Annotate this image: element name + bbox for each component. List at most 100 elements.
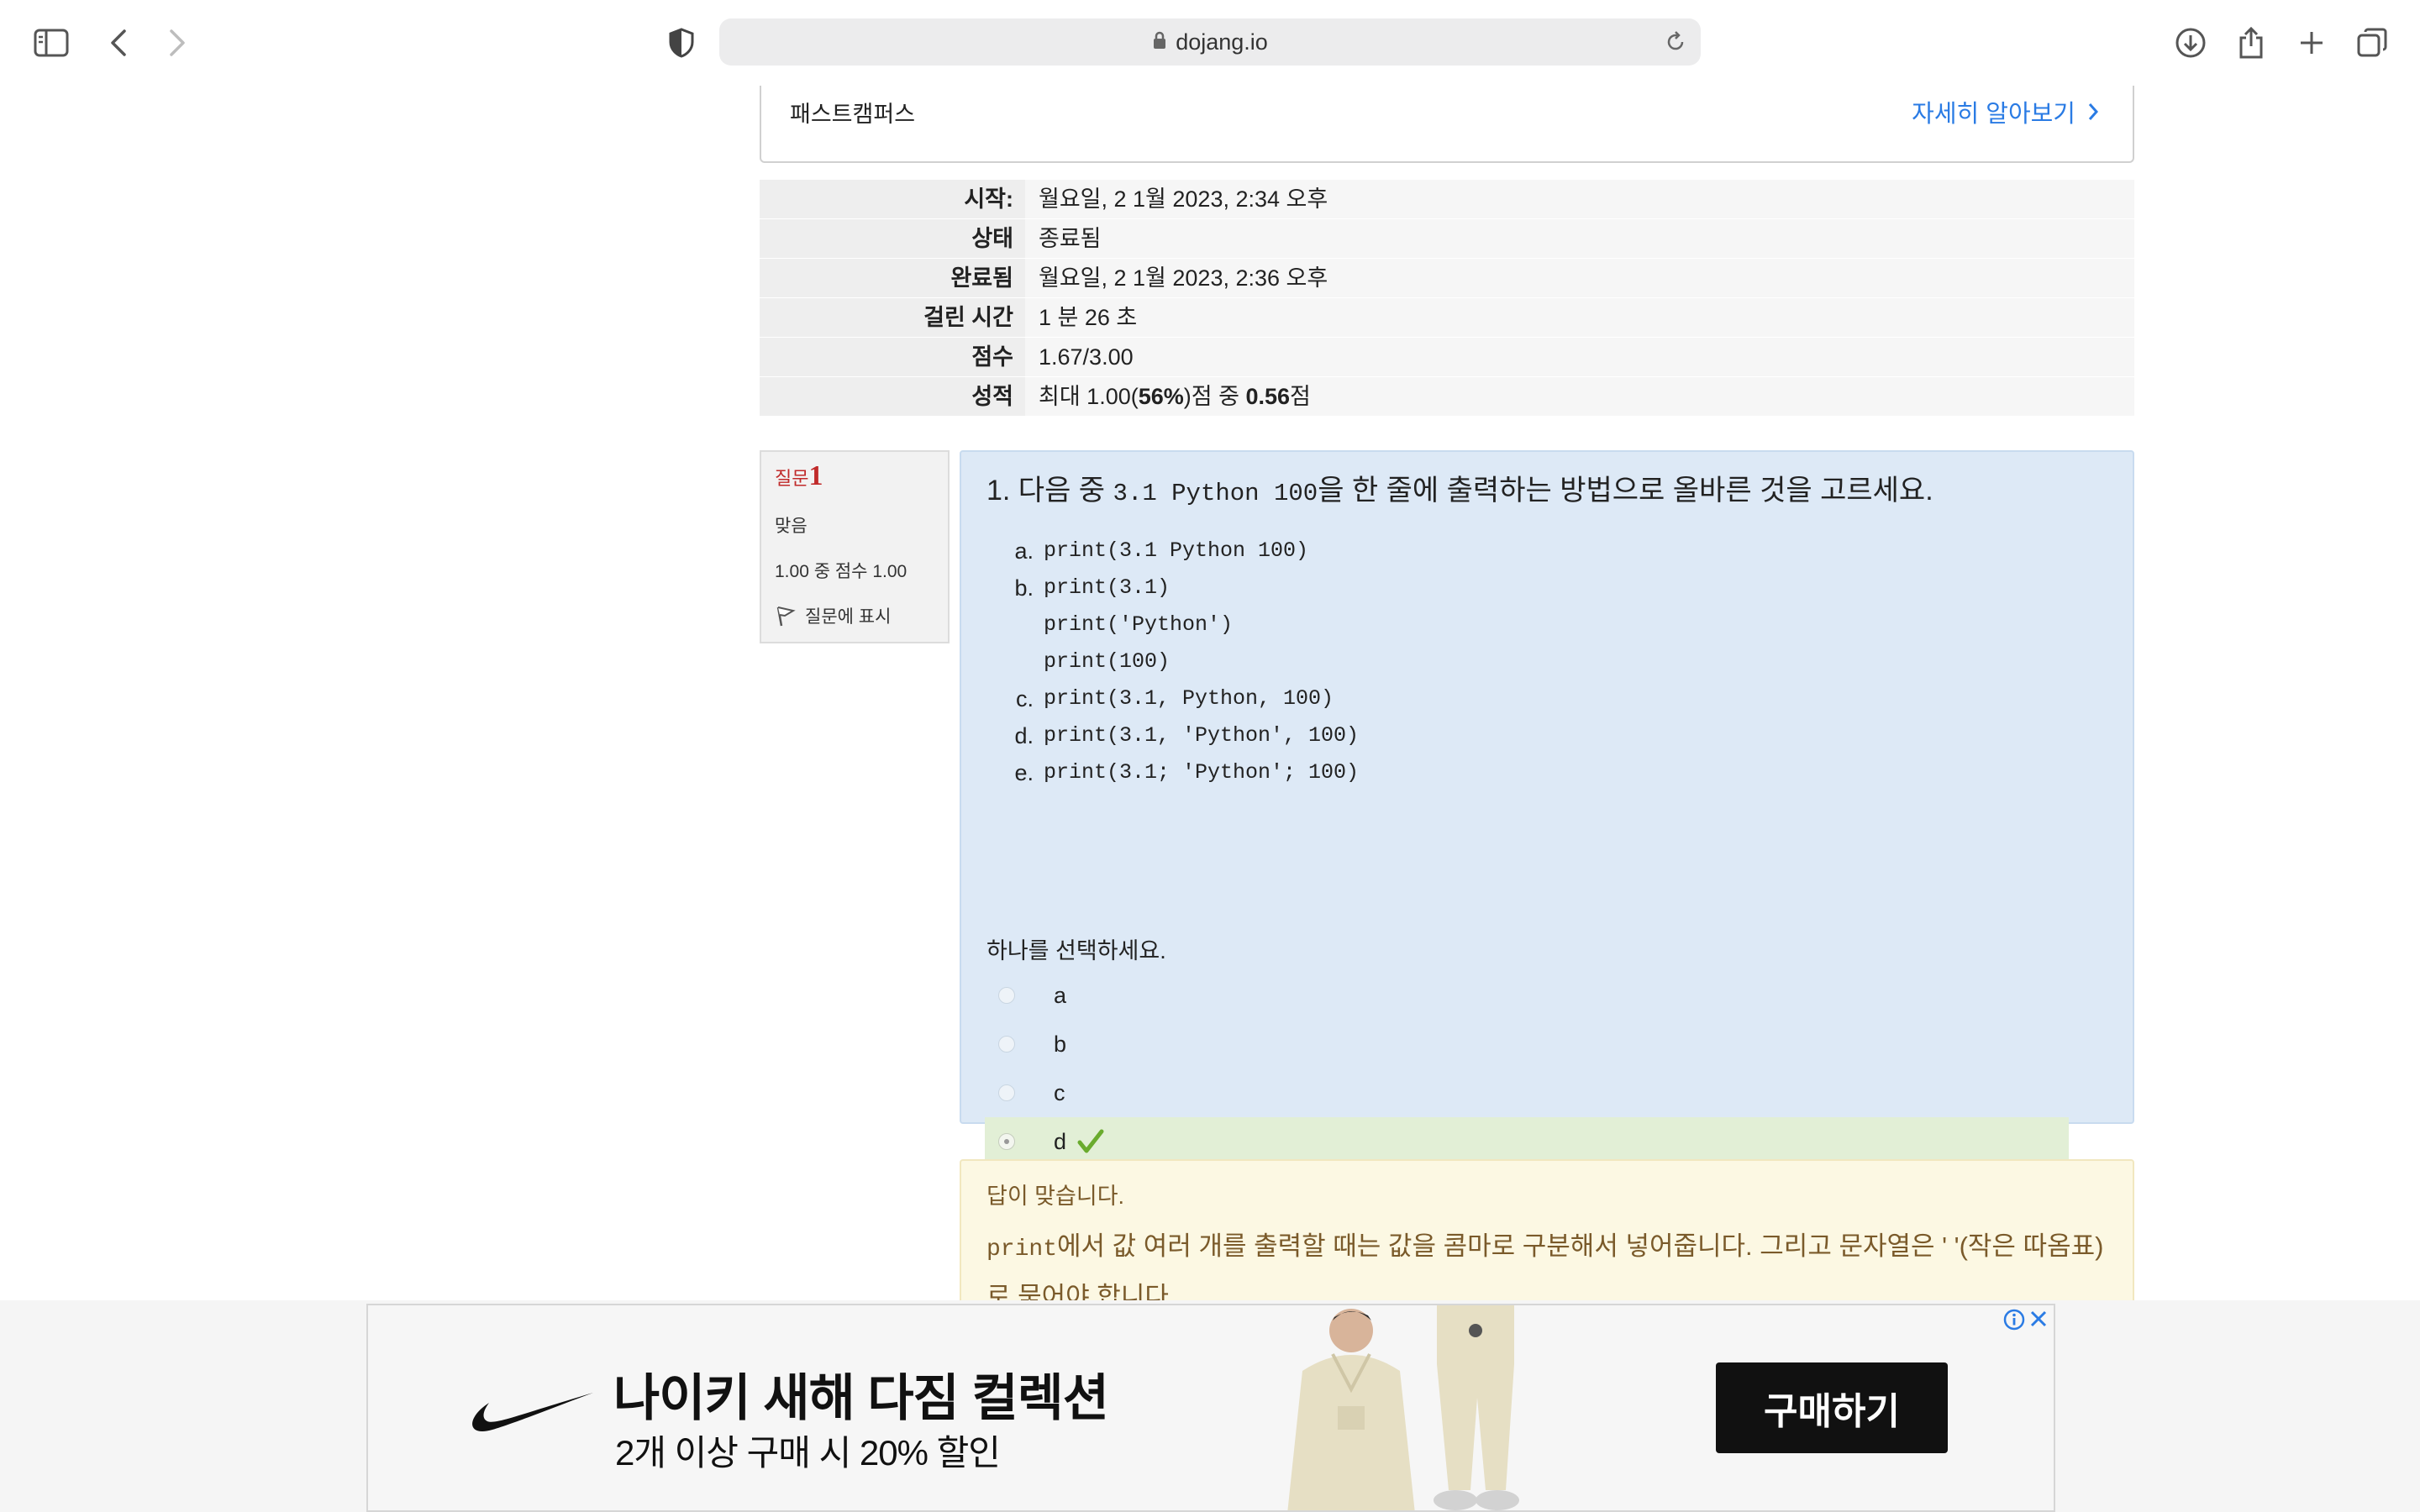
summary-row: 완료됨 월요일, 2 1월 2023, 2:36 오후 <box>760 259 2134 297</box>
top-ad-more-link[interactable]: 자세히 알아보기 <box>1912 94 2099 129</box>
summary-key: 성적 <box>760 377 1025 416</box>
answer-label: a <box>1054 982 1067 1008</box>
top-ad-brand: 패스트캠퍼스 <box>790 102 916 127</box>
question-number: 질문1 <box>775 460 823 492</box>
forward-icon[interactable] <box>156 22 198 64</box>
attempt-summary-table: 시작: 월요일, 2 1월 2023, 2:34 오후 상태 종료됨 완료됨 월… <box>760 180 2134 417</box>
summary-value: 월요일, 2 1월 2023, 2:36 오후 <box>1025 259 2134 297</box>
answer-radio-selected[interactable] <box>998 1133 1015 1150</box>
grade-percent: 56% <box>1138 384 1184 409</box>
summary-value: 1.67/3.00 <box>1025 338 2134 376</box>
summary-grade-value: 최대 1.00(56%)점 중 0.56점 <box>1025 377 2134 416</box>
buy-button[interactable]: 구매하기 <box>1716 1362 1948 1453</box>
option-code: print(3.1, 'Python', 100) <box>1044 723 1360 748</box>
option-item: c. print(3.1, Python, 100) <box>986 680 1359 717</box>
ad-info-icon[interactable] <box>2003 1309 2025 1331</box>
summary-key: 시작: <box>760 180 1025 218</box>
bottom-ad-banner[interactable]: 나이키 새해 다짐 컬렉션 2개 이상 구매 시 20% 할인 구매하기 <box>366 1304 2055 1512</box>
url-text: dojang.io <box>1176 29 1268 55</box>
ad-close-icon[interactable] <box>2027 1307 2050 1331</box>
option-code: print(3.1; 'Python'; 100) <box>1044 760 1360 785</box>
question-text-prefix: 1. 다음 중 <box>986 475 1113 507</box>
answer-prompt: 하나를 선택하세요. <box>986 938 1166 963</box>
tab-overview-icon[interactable] <box>2351 22 2393 64</box>
option-label: e. <box>1014 760 1034 785</box>
top-ad-more-label: 자세히 알아보기 <box>1912 101 2075 128</box>
grade-score: 0.56 <box>1245 384 1291 409</box>
privacy-shield-icon[interactable] <box>660 22 702 64</box>
page-content: 패스트캠퍼스 자세히 알아보기 시작: 월요일, 2 1월 2023, 2:34… <box>0 86 2420 1304</box>
question-number-value: 1 <box>808 460 823 491</box>
sidebar-toggle-icon[interactable] <box>30 22 72 64</box>
option-item: e. print(3.1; 'Python'; 100) <box>986 754 1359 791</box>
answer-label: d <box>1054 1128 1067 1154</box>
ad-headline: 나이키 새해 다짐 컬렉션 <box>613 1370 1109 1426</box>
question-mark: 1.00 중 점수 1.00 <box>775 562 908 581</box>
top-ad-box[interactable]: 패스트캠퍼스 자세히 알아보기 <box>760 86 2134 163</box>
checkmark-icon <box>1077 1129 1104 1153</box>
summary-key: 걸린 시간 <box>760 298 1025 337</box>
flag-question-link[interactable]: 질문에 표시 <box>775 603 891 628</box>
ad-product-image <box>1287 1305 1519 1510</box>
feedback-result: 답이 맞습니다. <box>986 1184 1125 1209</box>
option-code: print('Python') <box>1044 612 1234 637</box>
feedback-box: 답이 맞습니다. print에서 값 여러 개를 출력할 때는 값을 콤마로 구… <box>960 1159 2134 1304</box>
grade-suffix: 점 <box>1290 384 1311 409</box>
summary-row: 시작: 월요일, 2 1월 2023, 2:34 오후 <box>760 180 2134 218</box>
new-tab-icon[interactable] <box>2291 22 2333 64</box>
question-box: 1. 다음 중 3.1 Python 100을 한 줄에 출력하는 방법으로 올… <box>960 450 2134 1203</box>
answer-radio[interactable] <box>998 1084 1015 1101</box>
lock-icon <box>1152 30 1167 55</box>
back-icon[interactable] <box>97 22 139 64</box>
reload-icon[interactable] <box>1664 30 1687 58</box>
answer-option-a[interactable]: a <box>985 971 2069 1020</box>
feedback-explanation: print에서 값 여러 개를 출력할 때는 값을 콤마로 구분해서 넣어줍니다… <box>986 1223 2112 1304</box>
flag-question-label: 질문에 표시 <box>805 607 892 627</box>
answer-option-b[interactable]: b <box>985 1020 2069 1068</box>
browser-toolbar: dojang.io <box>0 0 2420 86</box>
option-label: d. <box>1014 723 1034 748</box>
grade-middle: )점 중 <box>1183 384 1246 409</box>
downloads-icon[interactable] <box>2170 22 2212 64</box>
summary-value: 종료됨 <box>1025 219 2134 258</box>
option-label: b. <box>1014 575 1034 601</box>
address-bar[interactable]: dojang.io <box>719 18 1701 66</box>
option-label: a. <box>1014 538 1034 564</box>
option-code: print(3.1, Python, 100) <box>1044 686 1334 711</box>
summary-value: 월요일, 2 1월 2023, 2:34 오후 <box>1025 180 2134 218</box>
answer-radio[interactable] <box>998 1036 1015 1053</box>
option-item: d. print(3.1, 'Python', 100) <box>986 717 1359 754</box>
question-text-suffix: 을 한 줄에 출력하는 방법으로 올바른 것을 고르세요. <box>1318 475 1933 507</box>
summary-row-grade: 성적 최대 1.00(56%)점 중 0.56점 <box>760 377 2134 416</box>
question-info-panel: 질문1 맞음 1.00 중 점수 1.00 질문에 표시 <box>760 450 950 643</box>
option-item: a. print(3.1 Python 100) <box>986 533 1359 570</box>
grade-prefix: 최대 1.00( <box>1039 384 1139 409</box>
answer-option-c[interactable]: c <box>985 1068 2069 1117</box>
feedback-text: 에서 값 여러 개를 출력할 때는 값을 콤마로 구분해서 넣어줍니다. 그리고… <box>986 1231 2104 1304</box>
summary-key: 상태 <box>760 219 1025 258</box>
option-code: print(100) <box>1044 649 1171 674</box>
summary-key: 점수 <box>760 338 1025 376</box>
question-state: 맞음 <box>775 517 808 536</box>
chevron-right-icon <box>2088 103 2099 120</box>
nike-logo <box>472 1393 593 1432</box>
summary-row: 걸린 시간 1 분 26 초 <box>760 298 2134 337</box>
flag-icon <box>776 606 796 627</box>
option-code: print(3.1 Python 100) <box>1044 538 1309 563</box>
option-code: print(3.1) <box>1044 575 1171 600</box>
share-icon[interactable] <box>2230 22 2272 64</box>
summary-row: 점수 1.67/3.00 <box>760 338 2134 376</box>
question-text-code: 3.1 Python 100 <box>1113 480 1318 507</box>
question-text: 1. 다음 중 3.1 Python 100을 한 줄에 출력하는 방법으로 올… <box>986 467 1933 508</box>
question-options: a. print(3.1 Python 100) b. print(3.1) p… <box>986 533 1359 791</box>
feedback-code-word: print <box>986 1236 1058 1263</box>
option-label: c. <box>1015 686 1034 711</box>
option-item: b. print(3.1) print('Python') print(100) <box>986 570 1359 680</box>
bottom-ad-bar: 나이키 새해 다짐 컬렉션 2개 이상 구매 시 20% 할인 구매하기 <box>0 1300 2420 1512</box>
summary-key: 완료됨 <box>760 259 1025 297</box>
answer-label: b <box>1054 1031 1067 1057</box>
summary-row: 상태 종료됨 <box>760 219 2134 258</box>
answer-radio[interactable] <box>998 987 1015 1004</box>
question-number-label: 질문 <box>775 468 809 489</box>
ad-subline: 2개 이상 구매 시 20% 할인 <box>615 1433 1001 1473</box>
